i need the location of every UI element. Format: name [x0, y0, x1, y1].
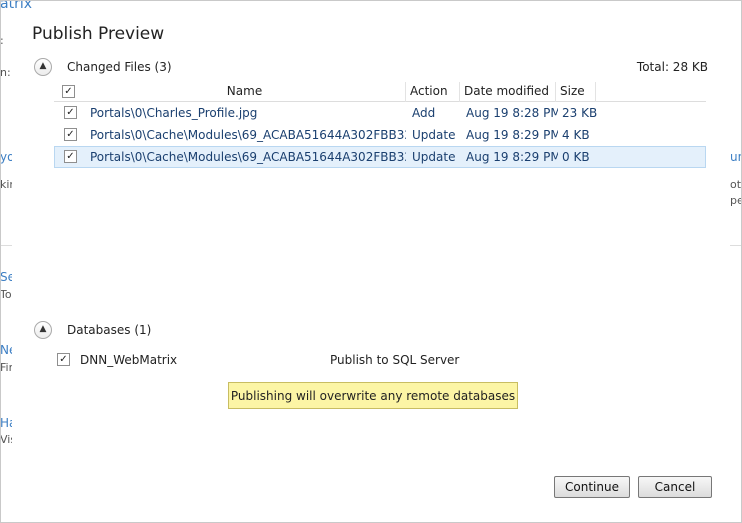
file-date: Aug 19 8:28 PM [466, 106, 558, 120]
table-row-selected[interactable]: ✓ Portals\0\Cache\Modules\69_ACABA51644A… [54, 146, 706, 168]
select-all-checkbox[interactable]: ✓ [62, 85, 75, 98]
column-header-name[interactable]: Name [84, 82, 406, 102]
file-date: Aug 19 8:29 PM [466, 128, 558, 142]
row-checkbox[interactable]: ✓ [64, 128, 77, 141]
checkmark-icon: ✓ [64, 85, 73, 97]
chevron-up-icon: ▲ [39, 323, 47, 334]
file-size: 23 KB [562, 106, 598, 120]
checkmark-icon: ✓ [66, 106, 75, 118]
column-header-action[interactable]: Action [406, 82, 460, 102]
column-header-date[interactable]: Date modified [460, 82, 556, 102]
databases-label: Databases (1) [67, 323, 152, 337]
file-date: Aug 19 8:29 PM [466, 150, 558, 164]
dialog-body: Publish Preview ▲ Changed Files (3) Tota… [12, 12, 730, 511]
file-size: 0 KB [562, 150, 590, 164]
checkmark-icon: ✓ [59, 353, 68, 365]
database-name: DNN_WebMatrix [80, 353, 178, 367]
collapse-changed-files-button[interactable]: ▲ [34, 58, 52, 76]
changed-files-label: Changed Files (3) [67, 60, 172, 74]
file-name: Portals\0\Charles_Profile.jpg [90, 106, 258, 120]
dialog-title: Publish Preview [32, 24, 165, 44]
chevron-up-icon: ▲ [39, 60, 47, 71]
file-action: Update [412, 150, 456, 164]
column-header-size[interactable]: Size [556, 82, 596, 102]
file-action: Update [412, 128, 456, 142]
database-checkbox[interactable]: ✓ [57, 353, 70, 366]
overwrite-warning: Publishing will overwrite any remote dat… [228, 382, 518, 409]
table-row[interactable]: ✓ Portals\0\Charles_Profile.jpg Add Aug … [54, 102, 706, 124]
total-size: Total: 28 KB [636, 60, 708, 74]
file-name: Portals\0\Cache\Modules\69_ACABA51644A30… [90, 150, 406, 164]
file-name: Portals\0\Cache\Modules\69_ACABA51644A30… [90, 128, 406, 142]
row-checkbox[interactable]: ✓ [64, 150, 77, 163]
cancel-button[interactable]: Cancel [638, 476, 712, 498]
file-action: Add [412, 106, 436, 120]
row-checkbox[interactable]: ✓ [64, 106, 77, 119]
checkmark-icon: ✓ [66, 128, 75, 140]
table-row[interactable]: ✓ Portals\0\Cache\Modules\69_ACABA51644A… [54, 124, 706, 146]
database-publish-action: Publish to SQL Server [330, 353, 460, 367]
checkmark-icon: ✓ [66, 150, 75, 162]
collapse-databases-button[interactable]: ▲ [34, 321, 52, 339]
table-header: ✓ Name Action Date modified Size [54, 82, 706, 102]
continue-button[interactable]: Continue [554, 476, 630, 498]
file-size: 4 KB [562, 128, 590, 142]
changed-files-table: ✓ Name Action Date modified Size ✓ Porta… [54, 82, 706, 168]
